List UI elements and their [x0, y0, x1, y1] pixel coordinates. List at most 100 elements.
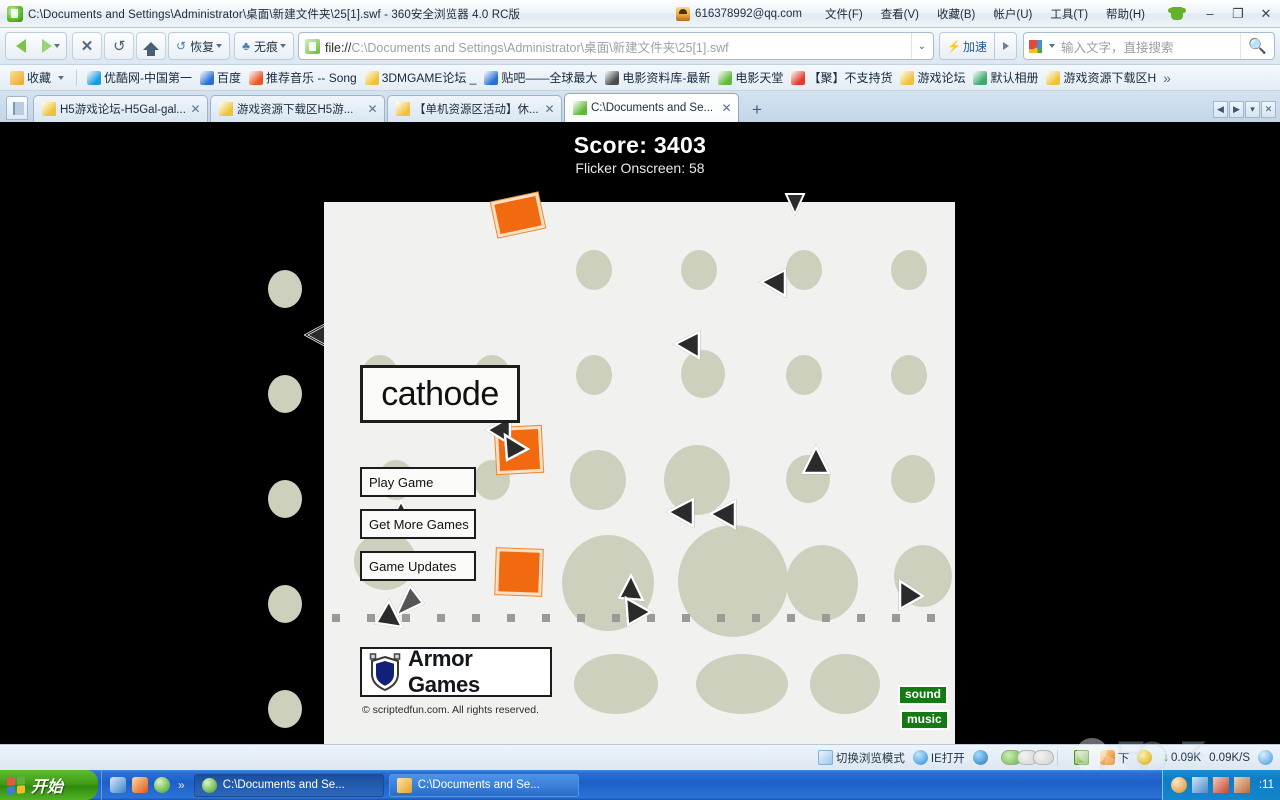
security-shield-button[interactable] — [972, 750, 991, 765]
bookmark-item[interactable]: 游戏论坛 — [896, 68, 969, 88]
im-icon[interactable] — [1233, 777, 1250, 793]
bookmark-item[interactable]: 贴吧——全球最大 — [480, 68, 601, 88]
quick-launch-overflow-button[interactable]: » — [178, 778, 185, 792]
address-text: file://C:\Documents and Settings\Adminis… — [325, 37, 729, 56]
clock[interactable]: :11 — [1259, 779, 1274, 791]
game-updates-button[interactable]: Game Updates — [360, 551, 476, 581]
refresh-button[interactable]: ↻ — [104, 32, 134, 60]
play-game-button[interactable]: Play Game — [360, 467, 476, 497]
armor-games-logo[interactable]: Armor Games — [360, 646, 552, 697]
minimize-button[interactable]: – — [1196, 1, 1224, 27]
accelerate-button[interactable]: ⚡ 加速 — [939, 32, 995, 60]
bookmark-item[interactable]: 优酷网-中国第一 — [83, 68, 196, 88]
tab-local-swf[interactable]: C:\Documents and Se... ✕ — [564, 93, 739, 122]
tab-scroll-right-button[interactable]: ▶ — [1229, 101, 1244, 118]
blob — [268, 480, 302, 518]
tab-scroll-left-button[interactable]: ◀ — [1213, 101, 1228, 118]
face-icon[interactable] — [1170, 777, 1187, 793]
ie-icon[interactable] — [110, 777, 126, 793]
bookmark-root-label: 收藏 — [27, 71, 52, 85]
menu-favorites[interactable]: 收藏(B) — [928, 3, 984, 25]
chevron-down-icon[interactable]: ⌄ — [911, 33, 931, 59]
game-logo-text: cathode — [381, 374, 499, 413]
browse-mode-button[interactable]: 切换浏览模式 — [817, 750, 905, 766]
home-button[interactable] — [136, 32, 166, 60]
account-area[interactable]: 616378992@qq.com — [676, 6, 802, 21]
download-button[interactable]: 下 — [1099, 750, 1129, 766]
bookmark-item[interactable]: 百度 — [196, 68, 245, 88]
close-icon[interactable]: ✕ — [365, 102, 380, 116]
sound-toggle-button[interactable]: sound — [898, 685, 948, 705]
back-button[interactable] — [6, 32, 36, 60]
tab-standalone-activity[interactable]: 【单机资源区活动】休... ✕ — [387, 95, 562, 122]
url-path: C:\Documents and Settings\Administrator\… — [351, 40, 729, 55]
media-player-icon[interactable] — [132, 777, 148, 793]
accelerate-play-button[interactable] — [995, 32, 1017, 60]
address-bar[interactable]: file://C:\Documents and Settings\Adminis… — [297, 32, 935, 60]
close-button[interactable]: ✕ — [1252, 1, 1280, 27]
site-icon — [791, 70, 806, 85]
music-toggle-button[interactable]: music — [900, 710, 949, 730]
stop-button[interactable]: ✕ — [72, 32, 102, 60]
divider — [1056, 749, 1058, 766]
close-icon[interactable]: ✕ — [188, 102, 203, 116]
taskbar-item-explorer[interactable]: C:\Documents and Se... — [388, 773, 579, 797]
menu-file[interactable]: 文件(F) — [816, 3, 872, 25]
start-button[interactable]: 开始 — [0, 770, 98, 800]
bookmark-item[interactable]: 3DMGAME论坛 _ — [361, 68, 481, 88]
flash-game-stage[interactable]: Score: 3403 Flicker Onscreen: 58 cathode… — [0, 122, 1280, 744]
volume-icon[interactable] — [1191, 777, 1208, 793]
bookmark-root[interactable]: 收藏 — [6, 68, 55, 88]
search-box[interactable]: 输入文字，直接搜索 🔍 — [1023, 32, 1275, 60]
maximize-button[interactable]: ❐ — [1224, 1, 1252, 27]
screenshot-button[interactable] — [1073, 750, 1092, 765]
menu-account[interactable]: 帐户(U) — [984, 3, 1041, 25]
bookmark-item[interactable]: 电影资料库-最新 — [601, 68, 714, 88]
chevron-down-icon[interactable] — [1049, 44, 1055, 48]
bookmark-item[interactable]: 电影天堂 — [714, 68, 787, 88]
menu-tools[interactable]: 工具(T) — [1041, 3, 1097, 25]
network-down-value: 0.09K — [1171, 751, 1202, 764]
menu-view[interactable]: 查看(V) — [872, 3, 928, 25]
menu-help[interactable]: 帮助(H) — [1097, 3, 1154, 25]
new-tab-button[interactable]: + — [744, 97, 770, 122]
bookmark-item[interactable]: 推荐音乐 -- Song — [245, 68, 361, 88]
search-icon[interactable]: 🔍 — [1240, 33, 1274, 59]
forward-button[interactable] — [36, 32, 66, 60]
tab-game-resources[interactable]: 游戏资源下载区H5游... ✕ — [210, 95, 385, 122]
bookmark-item[interactable]: 【聚】不支持货 — [787, 68, 896, 88]
close-icon: ✕ — [80, 38, 94, 55]
blob — [786, 545, 858, 621]
taskbar-item-browser[interactable]: C:\Documents and Se... — [193, 773, 384, 797]
browser-icon[interactable] — [154, 777, 170, 793]
open-in-ie-button[interactable]: IE打开 — [912, 750, 965, 766]
qq-penguin-icon[interactable] — [1212, 777, 1229, 793]
add-plugin-button[interactable] — [1137, 750, 1155, 765]
site-icon — [249, 70, 264, 85]
game-canvas[interactable]: cathode Play Game Get More Games Game Up… — [324, 192, 955, 744]
armor-games-label: Armor Games — [408, 646, 480, 697]
bookmark-item[interactable]: 游戏资源下载区H — [1042, 68, 1160, 88]
skin-shirt-icon[interactable] — [1168, 6, 1186, 22]
sidebar-toggle-button[interactable] — [6, 96, 28, 120]
chevron-down-icon[interactable] — [58, 75, 65, 80]
restore-session-button[interactable]: ↺ 恢复 — [168, 32, 231, 60]
bookmarks-overflow-button[interactable]: » — [1163, 70, 1171, 86]
browser-badge[interactable] — [1258, 750, 1276, 765]
private-mode-button[interactable]: ♣ 无痕 — [234, 32, 294, 60]
browser-icon — [1258, 750, 1273, 765]
hud-marker — [682, 614, 690, 622]
site-icon — [573, 101, 587, 115]
site-icon — [900, 70, 915, 85]
tab-h5-forum[interactable]: H5游戏论坛-H5Gal-gal... ✕ — [33, 95, 208, 122]
get-more-games-button[interactable]: Get More Games — [360, 509, 476, 539]
bookmark-item[interactable]: 默认相册 — [969, 68, 1042, 88]
hud-marker — [752, 614, 760, 622]
search-input[interactable]: 输入文字，直接搜索 — [1061, 37, 1174, 56]
close-icon[interactable]: ✕ — [542, 102, 557, 116]
search-engine-icon[interactable] — [1029, 39, 1045, 54]
tab-list-button[interactable]: ▾ — [1245, 101, 1260, 118]
close-icon[interactable]: ✕ — [719, 101, 734, 115]
tab-close-all-button[interactable]: ✕ — [1261, 101, 1276, 118]
traffic-light-indicator[interactable] — [1000, 750, 1054, 765]
